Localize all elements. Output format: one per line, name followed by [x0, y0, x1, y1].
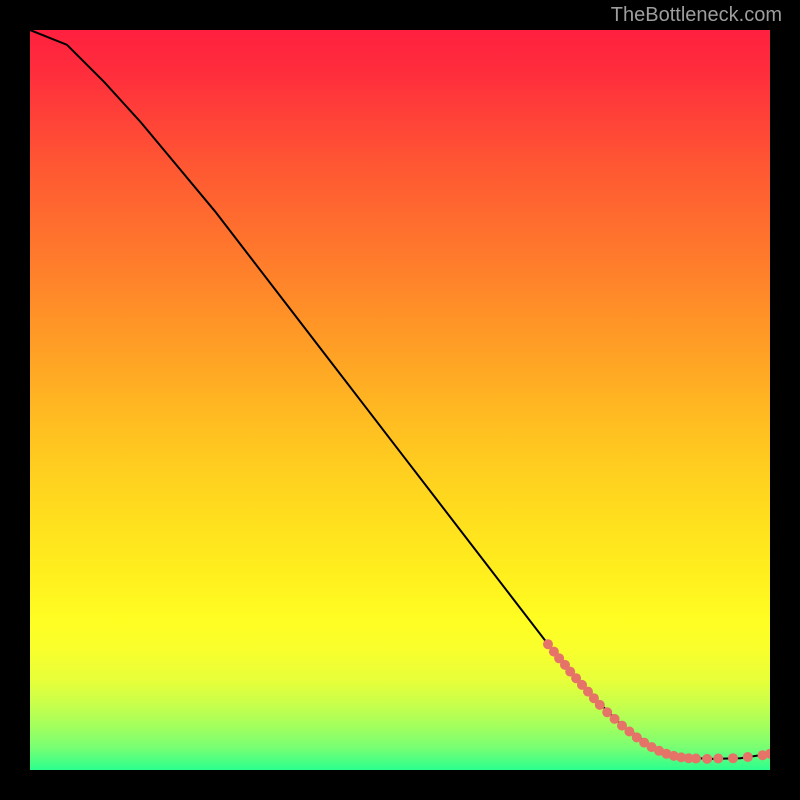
heatmap-background [30, 30, 770, 770]
chart-stage: TheBottleneck.com [0, 0, 800, 800]
watermark-label: TheBottleneck.com [611, 4, 782, 27]
